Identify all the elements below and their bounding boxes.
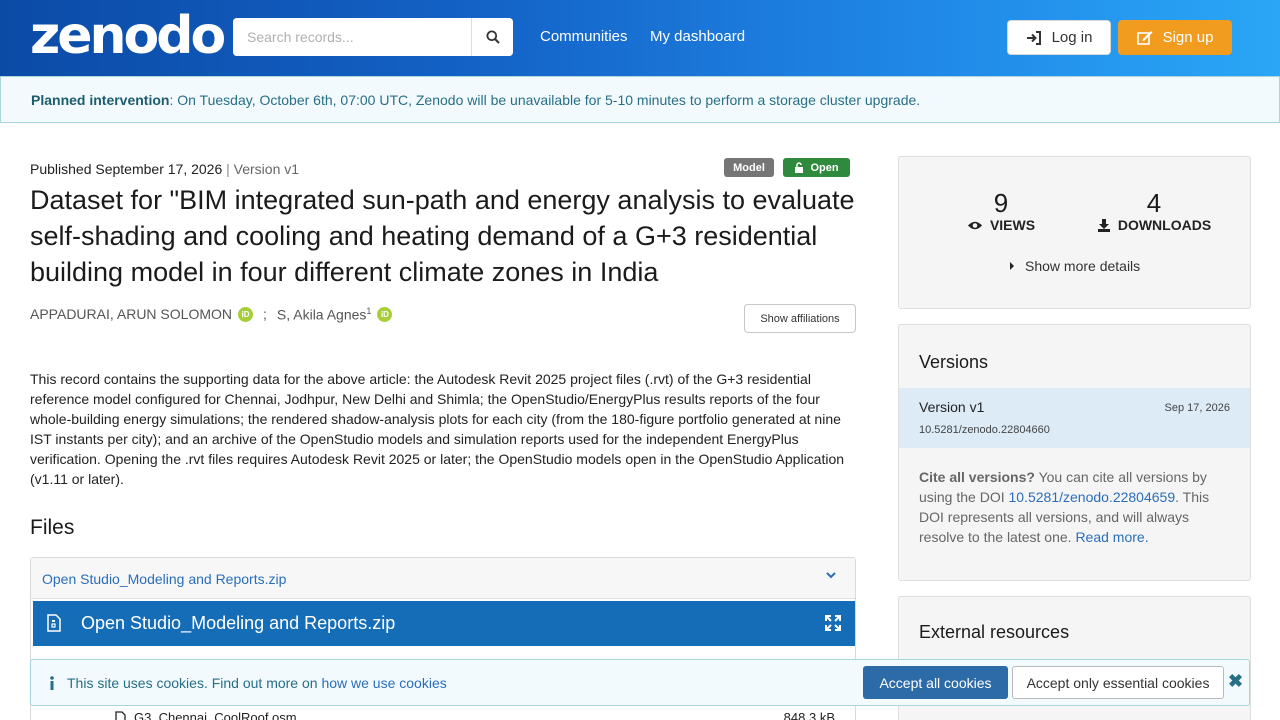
- file-preview-header: Open Studio_Modeling and Reports.zip: [33, 601, 855, 646]
- file-preview-title: Open Studio_Modeling and Reports.zip: [81, 613, 396, 633]
- cookie-message: This site uses cookies. Find out more on…: [49, 675, 447, 691]
- more-details-label: Show more details: [1025, 258, 1141, 274]
- record-meta: Published September 17, 2026 | Version v…: [30, 161, 300, 177]
- zenodo-logo[interactable]: zenodo: [30, 6, 226, 66]
- record-title: Dataset for "BIM integrated sun-path and…: [30, 185, 855, 287]
- file-size: 848.3 kB: [783, 710, 835, 720]
- author-list: APPADURAI, ARUN SOLOMON iD ; S, Akila Ag…: [30, 306, 393, 323]
- orcid-icon[interactable]: iD: [377, 306, 393, 322]
- nav-communities[interactable]: Communities: [540, 28, 628, 45]
- maintenance-banner: Planned intervention: On Tuesday, Octobe…: [0, 76, 1280, 123]
- sign-in-icon: [1026, 30, 1041, 45]
- nav-my-dashboard[interactable]: My dashboard: [650, 28, 745, 45]
- files-heading: Files: [30, 516, 75, 539]
- search-input[interactable]: [233, 18, 471, 56]
- versions-panel: Versions Version v1 Sep 17, 2026 10.5281…: [898, 324, 1251, 581]
- search-button[interactable]: [471, 18, 513, 56]
- version-label: Version v1: [233, 161, 300, 177]
- search-bar: [233, 18, 513, 56]
- badge-access-label: Open: [810, 161, 839, 174]
- edit-icon: [1136, 31, 1153, 45]
- external-resources-heading: External resources: [919, 622, 1070, 642]
- file-accordion-label: Open Studio_Modeling and Reports.zip: [42, 571, 287, 587]
- read-more-link[interactable]: Read more.: [1075, 529, 1148, 545]
- chevron-down-icon: [826, 572, 836, 579]
- version-item-active[interactable]: Version v1 Sep 17, 2026 10.5281/zenodo.2…: [899, 388, 1250, 448]
- cookie-policy-link[interactable]: how we use cookies: [321, 675, 446, 691]
- download-icon: [1097, 219, 1110, 232]
- banner-title: Planned intervention: [31, 92, 170, 108]
- concept-doi-link[interactable]: 10.5281/zenodo.22804659: [1009, 489, 1176, 505]
- close-icon[interactable]: ✖: [1228, 671, 1243, 692]
- cite-bold: Cite all versions?: [919, 469, 1035, 485]
- author-name[interactable]: APPADURAI, ARUN SOLOMON: [30, 306, 232, 322]
- expand-icon[interactable]: [824, 614, 842, 632]
- downloads-stat: 4 DOWNLOADS: [1094, 189, 1214, 233]
- banner-message: Planned intervention: On Tuesday, Octobe…: [31, 92, 920, 108]
- views-label: VIEWS: [989, 217, 1036, 233]
- file-archive-icon: [47, 614, 61, 632]
- badge-type-label: Model: [733, 161, 765, 174]
- caret-right-icon: [1010, 262, 1014, 270]
- eye-icon: [967, 221, 982, 229]
- login-label: Log in: [1051, 29, 1093, 46]
- accept-all-cookies-button[interactable]: Accept all cookies: [863, 666, 1008, 699]
- show-more-details[interactable]: Show more details: [1009, 258, 1140, 274]
- signup-button[interactable]: Sign up: [1118, 20, 1232, 55]
- published-date: Published September 17, 2026: [30, 161, 223, 177]
- versions-heading: Versions: [919, 352, 989, 372]
- views-count: 9: [993, 188, 1009, 218]
- author-name[interactable]: S, Akila Agnes1: [277, 306, 372, 323]
- login-button[interactable]: Log in: [1007, 20, 1111, 55]
- cite-all-versions: Cite all versions? You can cite all vers…: [919, 469, 1210, 545]
- top-header: zenodo Communities My dashboard Log in S…: [0, 0, 1280, 76]
- banner-text: : On Tuesday, October 6th, 07:00 UTC, Ze…: [169, 92, 921, 108]
- search-icon: [486, 30, 500, 44]
- file-icon: [115, 711, 126, 720]
- access-badge: Open: [783, 158, 850, 177]
- signup-label: Sign up: [1162, 29, 1214, 46]
- file-row[interactable]: G3_Chennai_CoolRoof.osm 848.3 kB: [115, 710, 835, 720]
- info-icon: [50, 676, 54, 690]
- version-date: Sep 17, 2026: [1164, 402, 1230, 414]
- orcid-icon[interactable]: iD: [238, 306, 254, 322]
- stats-panel: 9 VIEWS 4 DOWNLOADS Show more details: [898, 156, 1251, 309]
- accept-essential-cookies-button[interactable]: Accept only essential cookies: [1012, 666, 1224, 699]
- unlock-icon: [795, 162, 804, 173]
- downloads-label: DOWNLOADS: [1117, 217, 1212, 233]
- resource-type-badge: Model: [724, 158, 774, 177]
- downloads-count: 4: [1146, 188, 1162, 218]
- show-affiliations-button[interactable]: Show affiliations: [744, 304, 856, 333]
- version-doi: 10.5281/zenodo.22804660: [919, 424, 1050, 436]
- views-stat: 9 VIEWS: [961, 189, 1041, 233]
- file-accordion[interactable]: Open Studio_Modeling and Reports.zip: [31, 558, 855, 599]
- cookie-banner: This site uses cookies. Find out more on…: [30, 659, 1250, 706]
- version-name: Version v1: [919, 399, 985, 415]
- record-description: This record contains the supporting data…: [30, 371, 845, 487]
- file-name: G3_Chennai_CoolRoof.osm: [115, 710, 297, 720]
